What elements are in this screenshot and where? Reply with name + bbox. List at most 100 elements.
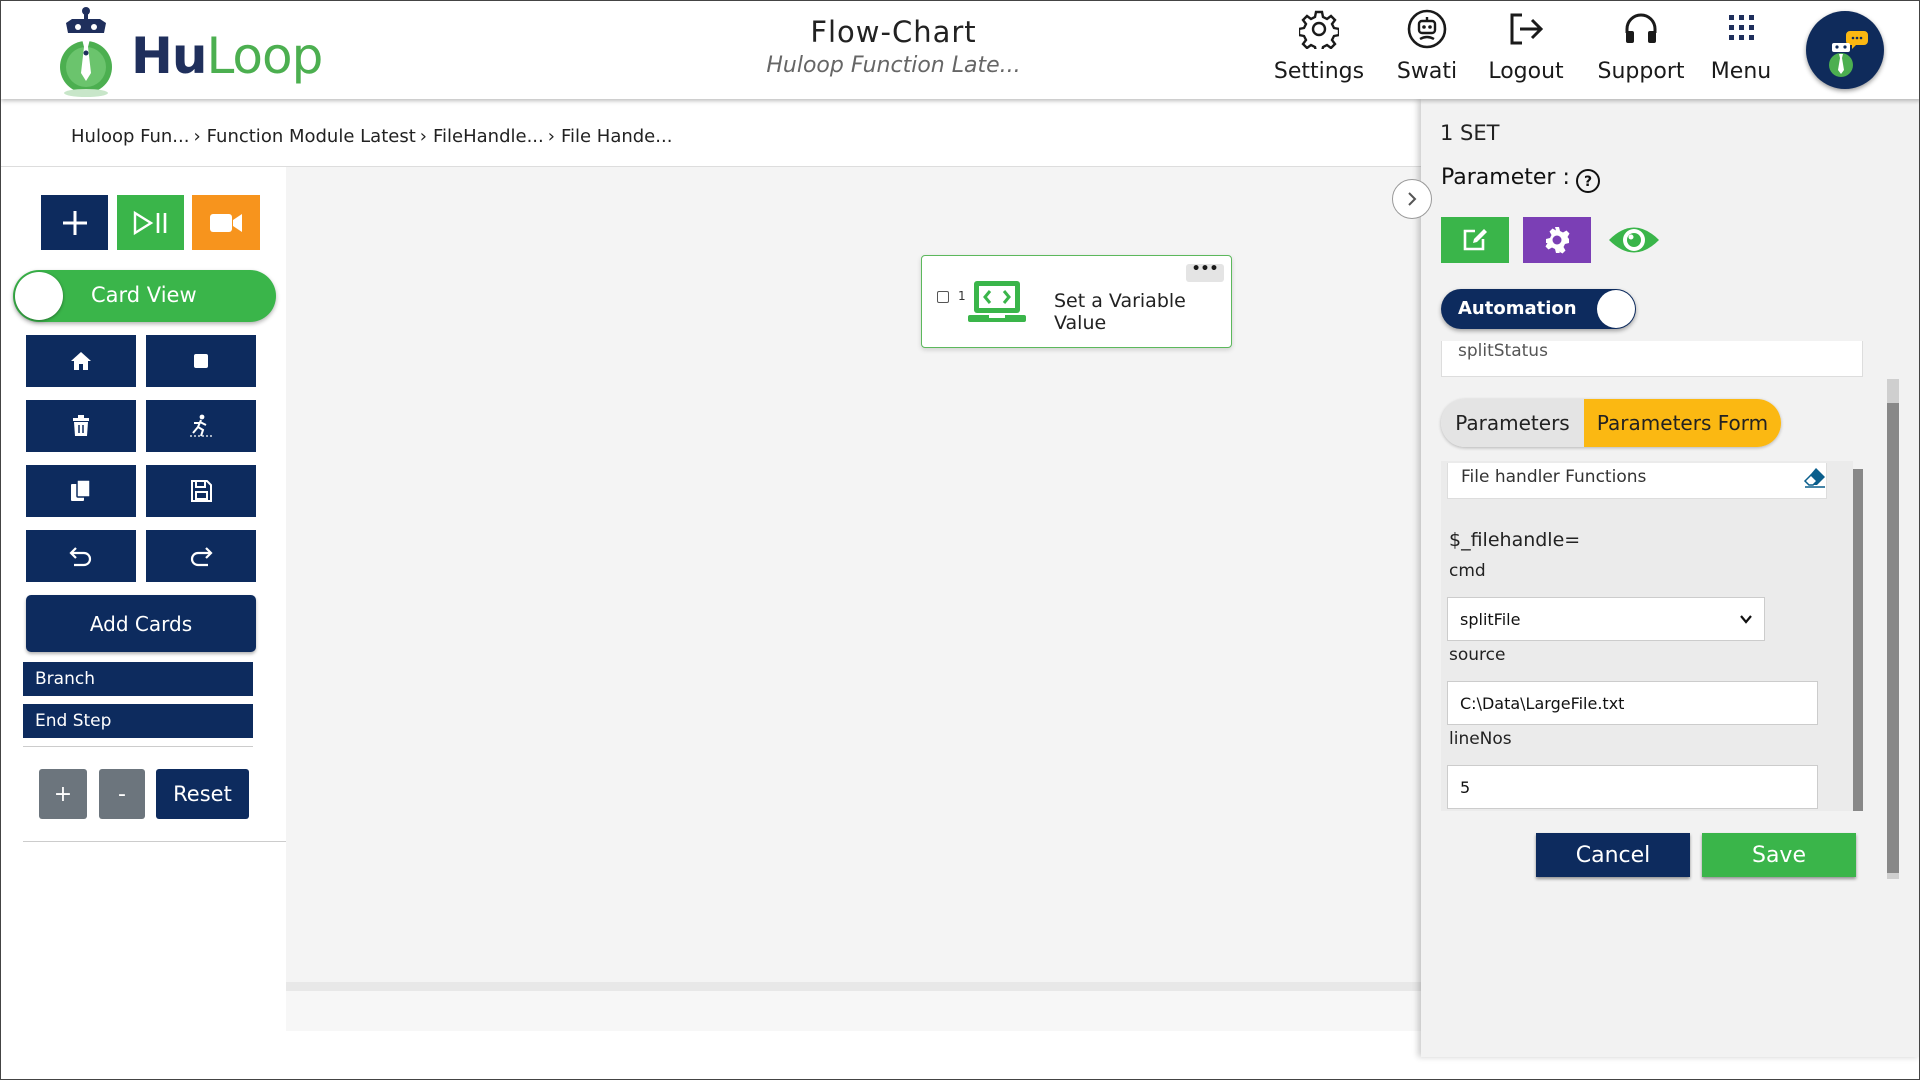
nav-logout-label: Logout	[1488, 59, 1564, 84]
toolbox: Card View Add Cards Branch End Step + - …	[1, 167, 286, 842]
chatbot-avatar-icon	[1829, 31, 1868, 77]
copy-icon	[71, 479, 91, 501]
page-subtitle: Huloop Function Late...	[766, 53, 1021, 78]
add-step-button[interactable]	[41, 195, 108, 250]
gear-icon	[1545, 227, 1570, 254]
divider	[23, 746, 253, 747]
home-button[interactable]	[26, 335, 136, 387]
run-from-step-button[interactable]	[146, 400, 256, 452]
previous-field[interactable]: splitStatus	[1441, 341, 1863, 377]
flow-step-card[interactable]: 1 Set a Variable Value •••	[921, 255, 1232, 348]
canvas-footer	[286, 991, 1421, 1031]
stop-button[interactable]	[146, 335, 256, 387]
headset-icon	[1625, 13, 1657, 43]
nav-logout[interactable]: Logout	[1483, 9, 1569, 89]
nav-menu[interactable]: Menu	[1701, 9, 1781, 89]
cmd-select[interactable]: splitFile	[1447, 597, 1765, 641]
play-pause-icon	[133, 210, 166, 235]
collapse-panel-button[interactable]	[1392, 179, 1432, 219]
redo-button[interactable]	[146, 530, 256, 582]
parameter-label: Parameter :	[1441, 165, 1570, 190]
floppy-disk-icon	[191, 480, 212, 502]
nav-support[interactable]: Support	[1591, 9, 1691, 89]
avatar[interactable]	[1806, 11, 1884, 89]
code-laptop-icon	[968, 281, 1026, 322]
card-more-menu[interactable]: •••	[1186, 262, 1224, 282]
canvas-scrollbar[interactable]	[286, 982, 1421, 991]
automation-toggle[interactable]: Automation	[1441, 289, 1636, 329]
undo-icon	[69, 547, 92, 567]
zoom-in-button[interactable]: +	[39, 769, 87, 819]
panel-title: 1 SET	[1440, 121, 1500, 145]
form-scrollbar[interactable]	[1853, 469, 1863, 811]
svg-text:?: ?	[1584, 174, 1592, 190]
breadcrumb-item[interactable]: File Hande...	[561, 126, 672, 147]
source-label: source	[1449, 645, 1506, 665]
nav-settings[interactable]: Settings	[1269, 9, 1369, 89]
help-icon[interactable]: ?	[1575, 168, 1601, 194]
breadcrumb: Huloop Fun... › Function Module Latest › Fil…	[71, 126, 672, 147]
card-step-number: 1	[958, 289, 966, 303]
source-value: C:\Data\LargeFile.txt	[1460, 693, 1625, 713]
tab-parameters[interactable]: Parameters	[1441, 399, 1584, 447]
cancel-button[interactable]: Cancel	[1536, 833, 1690, 877]
eye-icon[interactable]	[1607, 219, 1661, 261]
play-pause-button[interactable]	[117, 195, 184, 250]
top-header: HuLoop Flow-Chart Huloop Function Late..…	[1, 1, 1919, 99]
linenos-input[interactable]: 5	[1447, 765, 1818, 809]
page: HuLoop Flow-Chart Huloop Function Late..…	[0, 0, 1920, 1080]
record-video-button[interactable]	[192, 195, 260, 250]
huloop-logo[interactable]: HuLoop	[53, 1, 323, 99]
linenos-value: 5	[1460, 777, 1471, 797]
brand-part-hu: Hu	[131, 27, 207, 85]
redo-icon	[190, 547, 213, 567]
undo-button[interactable]	[26, 530, 136, 582]
panel-scrollbar[interactable]	[1887, 403, 1899, 873]
chevron-down-icon	[1740, 615, 1752, 624]
zoom-out-button[interactable]: -	[99, 769, 145, 819]
card-checkbox[interactable]	[937, 291, 949, 303]
robot-mascot-icon	[60, 7, 112, 97]
breadcrumb-item[interactable]: Function Module Latest	[207, 126, 416, 147]
end-step-item[interactable]: End Step	[23, 704, 253, 738]
reset-zoom-button[interactable]: Reset	[156, 769, 249, 819]
nav-support-label: Support	[1597, 59, 1685, 84]
nav-settings-label: Settings	[1273, 59, 1365, 84]
parameters-form: File handler Functions $_filehandle= cmd…	[1441, 461, 1853, 811]
breadcrumb-item[interactable]: Huloop Fun...	[71, 126, 189, 147]
linenos-label: lineNos	[1449, 729, 1512, 749]
cmd-label: cmd	[1449, 561, 1486, 581]
edit-parameter-button[interactable]	[1441, 217, 1509, 263]
edit-icon	[1463, 229, 1487, 251]
chevron-right-icon: ›	[193, 126, 201, 147]
branch-item[interactable]: Branch	[23, 662, 253, 696]
card-view-toggle[interactable]: Card View	[13, 270, 276, 322]
stop-icon	[194, 354, 208, 368]
add-cards-button[interactable]: Add Cards	[26, 595, 256, 652]
nav-user[interactable]: Swati	[1387, 9, 1467, 89]
copy-button[interactable]	[26, 465, 136, 517]
breadcrumb-item[interactable]: FileHandle...	[433, 126, 544, 147]
card-label: Set a Variable Value	[1054, 290, 1186, 334]
tab-parameters-form[interactable]: Parameters Form	[1584, 399, 1781, 447]
toggle-knob	[15, 272, 63, 320]
flowchart-canvas[interactable]: 1 Set a Variable Value •••	[286, 167, 1421, 982]
chevron-right-icon	[1408, 192, 1417, 206]
variable-name: $_filehandle=	[1449, 529, 1581, 551]
nav-user-label: Swati	[1396, 59, 1458, 84]
running-person-icon	[190, 414, 212, 437]
step-properties-panel: 1 SET Parameter : ? Automation splitStat…	[1421, 99, 1919, 1057]
source-input[interactable]: C:\Data\LargeFile.txt	[1447, 681, 1818, 725]
chevron-right-icon: ›	[419, 126, 427, 147]
brand-wordmark: HuLoop	[131, 27, 323, 85]
save-button[interactable]: Save	[1702, 833, 1856, 877]
plus-icon	[62, 210, 87, 235]
function-select-field[interactable]: File handler Functions	[1447, 463, 1827, 499]
brand-part-loop: Loop	[206, 27, 323, 85]
save-flow-button[interactable]	[146, 465, 256, 517]
parameter-settings-button[interactable]	[1523, 217, 1591, 263]
logout-icon	[1510, 13, 1544, 45]
delete-button[interactable]	[26, 400, 136, 452]
eraser-icon[interactable]	[1803, 466, 1827, 488]
automation-label: Automation	[1458, 298, 1577, 319]
